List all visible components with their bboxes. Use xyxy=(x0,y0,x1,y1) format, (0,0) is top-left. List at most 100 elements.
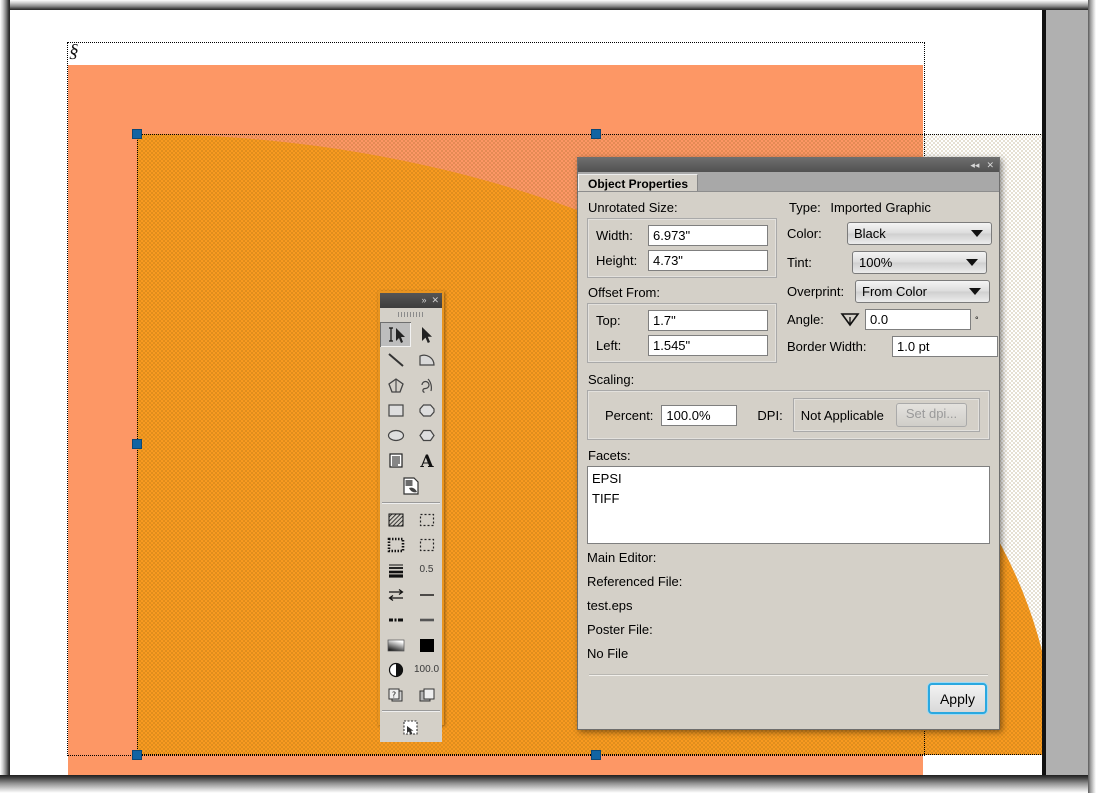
tool-polygon[interactable] xyxy=(380,372,411,397)
import-graphic-icon xyxy=(403,476,419,495)
tool-text-frame[interactable] xyxy=(380,447,411,472)
dialog-close-icon[interactable]: ✕ xyxy=(986,160,994,170)
layers-icon xyxy=(419,688,434,701)
type-A-icon: A xyxy=(419,452,434,469)
object-attributes-icon xyxy=(403,719,418,735)
width-input[interactable]: 6.973" xyxy=(648,225,768,246)
attr-arrowheads[interactable] xyxy=(380,582,411,607)
attr-color-swatch[interactable] xyxy=(411,632,442,657)
facet-item[interactable]: EPSI xyxy=(592,469,985,489)
polygon-icon xyxy=(387,377,404,393)
dialog-titlebar[interactable]: ◂◂ ✕ xyxy=(578,158,999,172)
palette-collapse-icon[interactable]: » xyxy=(421,296,426,305)
border-width-input[interactable]: 1.0 pt xyxy=(892,336,998,357)
left-row: Left: 1.545" xyxy=(596,335,768,356)
attr-fill-none[interactable] xyxy=(411,507,442,532)
tool-type[interactable]: A xyxy=(411,447,442,472)
tool-freehand[interactable] xyxy=(411,372,442,397)
no-border-icon xyxy=(419,538,434,551)
poster-file-label: Poster File: xyxy=(587,622,653,637)
attr-line-preview[interactable] xyxy=(411,607,442,632)
selection-handle-w[interactable] xyxy=(132,439,142,449)
color-label: Color: xyxy=(787,226,822,241)
rectangle-icon xyxy=(387,403,404,417)
attr-fill-pattern[interactable] xyxy=(380,507,411,532)
color-value: Black xyxy=(854,226,886,241)
attr-border-none[interactable] xyxy=(411,532,442,557)
facets-listbox[interactable]: EPSI TIFF xyxy=(587,466,990,544)
width-label: Width: xyxy=(596,228,633,243)
selection-handle-s[interactable] xyxy=(591,750,601,760)
overprint-label: Overprint: xyxy=(787,284,845,299)
tool-arc[interactable] xyxy=(411,347,442,372)
angle-input[interactable]: 0.0 xyxy=(865,309,971,330)
apply-button[interactable]: Apply xyxy=(927,683,987,714)
attr-border-pattern[interactable] xyxy=(380,532,411,557)
black-swatch-icon xyxy=(419,638,434,652)
height-input[interactable]: 4.73" xyxy=(648,250,768,271)
tool-rounded-polygon[interactable] xyxy=(411,397,442,422)
palette-close-icon[interactable]: ✕ xyxy=(431,296,439,305)
rounded-polygon-icon xyxy=(418,403,435,417)
ellipse-icon xyxy=(387,429,404,441)
attr-line-weight-value[interactable]: 0.5 xyxy=(411,557,442,582)
selection-handle-sw[interactable] xyxy=(132,750,142,760)
dialog-collapse-icon[interactable]: ◂◂ xyxy=(970,160,979,170)
chevron-down-icon xyxy=(966,259,978,266)
facet-item[interactable]: TIFF xyxy=(592,489,985,509)
palette-titlebar[interactable]: » ✕ xyxy=(380,293,442,308)
set-dpi-button[interactable]: Set dpi... xyxy=(895,403,968,427)
palette-body: A 0.5 100.0 ? xyxy=(380,320,442,742)
tool-hexagon[interactable] xyxy=(411,422,442,447)
dialog-tabstrip: Object Properties xyxy=(578,172,999,192)
selection-handle-n[interactable] xyxy=(591,129,601,139)
tint-select[interactable]: 100% xyxy=(852,251,987,274)
attr-line-style[interactable] xyxy=(411,582,442,607)
color-select[interactable]: Black xyxy=(847,222,992,245)
percent-input[interactable]: 100.0% xyxy=(661,404,738,426)
tool-ellipse[interactable] xyxy=(380,422,411,447)
palette-divider-1 xyxy=(382,502,440,504)
overprint-select[interactable]: From Color xyxy=(855,280,990,303)
attr-layers[interactable] xyxy=(411,682,442,707)
dashed-border-icon xyxy=(387,537,404,552)
height-label: Height: xyxy=(596,253,638,268)
chevron-down-icon xyxy=(969,288,981,295)
document-workspace[interactable]: § » ✕ A 0.5 100.0 ? ◂◂ ✕ Object Properti… xyxy=(10,10,1044,775)
window-frame-left xyxy=(0,0,10,793)
tint-label: Tint: xyxy=(787,255,812,270)
tool-object-attributes[interactable] xyxy=(380,715,442,742)
gradient-icon xyxy=(387,639,404,651)
percent-label: Percent: xyxy=(605,407,654,423)
width-row: Width: 6.973" xyxy=(596,225,768,246)
tool-import-graphic[interactable] xyxy=(380,472,442,499)
vertical-scrollbar[interactable] xyxy=(1046,10,1088,775)
attr-line-weight[interactable] xyxy=(380,557,411,582)
chevron-down-icon xyxy=(971,230,983,237)
dialog-body: Unrotated Size: Width: 6.973" Height: 4.… xyxy=(578,192,999,714)
tool-text-select[interactable] xyxy=(380,322,411,347)
type-value: Imported Graphic xyxy=(830,200,931,215)
attr-layer-unknown[interactable]: ? xyxy=(380,682,411,707)
tool-pointer-select[interactable] xyxy=(411,322,442,347)
pointer-icon xyxy=(421,326,432,343)
attr-dash-pattern[interactable] xyxy=(380,607,411,632)
dialog-divider xyxy=(589,674,988,676)
selection-handle-nw[interactable] xyxy=(132,129,142,139)
object-properties-dialog[interactable]: ◂◂ ✕ Object Properties Unrotated Size: W… xyxy=(577,157,1000,730)
angle-label: Angle: xyxy=(787,312,824,327)
type-label: Type: xyxy=(789,200,821,215)
attr-opacity[interactable] xyxy=(380,657,411,682)
attr-opacity-value[interactable]: 100.0 xyxy=(411,657,442,682)
tab-object-properties[interactable]: Object Properties xyxy=(578,174,699,191)
palette-grip[interactable] xyxy=(380,308,442,320)
freehand-icon xyxy=(420,378,432,393)
top-input[interactable]: 1.7" xyxy=(648,310,768,331)
dialog-columns: Unrotated Size: Width: 6.973" Height: 4.… xyxy=(587,200,998,370)
left-input[interactable]: 1.545" xyxy=(648,335,768,356)
tool-palette[interactable]: » ✕ A 0.5 100.0 ? xyxy=(378,291,444,742)
top-row: Top: 1.7" xyxy=(596,310,768,331)
attr-gradient[interactable] xyxy=(380,632,411,657)
tool-rectangle[interactable] xyxy=(380,397,411,422)
tool-line[interactable] xyxy=(380,347,411,372)
